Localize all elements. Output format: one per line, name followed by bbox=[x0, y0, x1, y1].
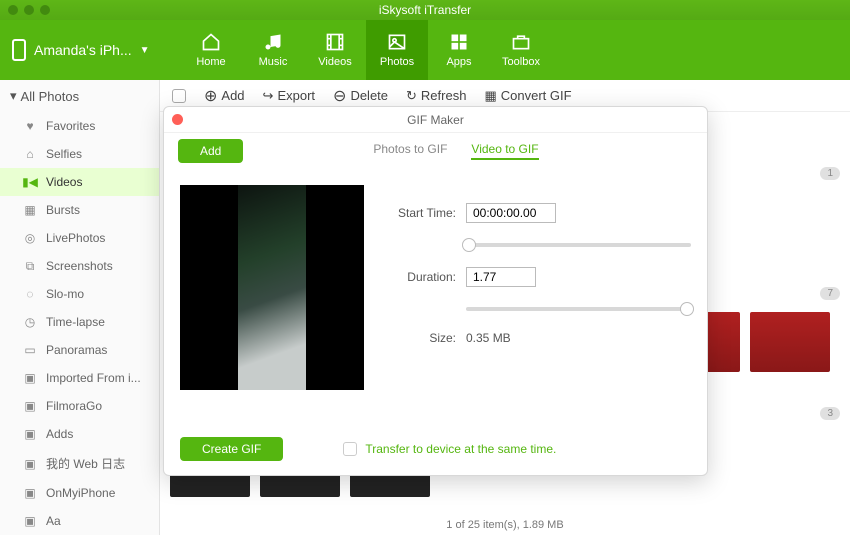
mode-tabs: Photos to GIF Video to GIF bbox=[373, 142, 538, 160]
film-icon bbox=[323, 32, 347, 52]
device-name: Amanda's iPh... bbox=[34, 42, 132, 58]
sidebar-item-panoramas[interactable]: ▭Panoramas bbox=[0, 336, 159, 364]
refresh-button[interactable]: ↻Refresh bbox=[406, 88, 466, 104]
minus-icon: ⊖ bbox=[333, 86, 346, 106]
screenshot-icon: ⧉ bbox=[22, 259, 38, 273]
maximize-icon[interactable] bbox=[40, 5, 50, 15]
gif-icon: ▦ bbox=[484, 88, 496, 104]
nav-photos[interactable]: Photos bbox=[366, 20, 428, 80]
status-bar: 1 of 25 item(s), 1.89 MB bbox=[446, 519, 563, 531]
count-badge: 1 bbox=[820, 167, 840, 180]
sidebar-item-videos[interactable]: ▮◀Videos bbox=[0, 168, 159, 196]
nav-apps[interactable]: Apps bbox=[428, 20, 490, 80]
tab-photos-to-gif[interactable]: Photos to GIF bbox=[373, 142, 447, 160]
camera-icon: ⌂ bbox=[22, 147, 38, 161]
start-time-slider[interactable] bbox=[466, 243, 691, 247]
chevron-down-icon: ▼ bbox=[140, 45, 150, 56]
live-icon: ◎ bbox=[22, 231, 38, 245]
create-gif-button[interactable]: Create GIF bbox=[180, 437, 283, 461]
home-icon bbox=[199, 32, 223, 52]
folder-icon: ▣ bbox=[22, 399, 38, 413]
phone-icon bbox=[12, 39, 26, 61]
sidebar: ▾All Photos ♥Favorites ⌂Selfies ▮◀Videos… bbox=[0, 80, 160, 535]
folder-icon: ▣ bbox=[22, 457, 38, 471]
device-selector[interactable]: Amanda's iPh... ▼ bbox=[0, 20, 160, 80]
dialog-title: GIF Maker bbox=[407, 113, 464, 127]
plus-icon: ⊕ bbox=[204, 86, 217, 106]
app-title: iSkysoft iTransfer bbox=[379, 3, 471, 17]
video-icon: ▮◀ bbox=[22, 175, 38, 189]
sidebar-item-imported[interactable]: ▣Imported From i... bbox=[0, 364, 159, 392]
duration-label: Duration: bbox=[386, 270, 456, 284]
duration-input[interactable] bbox=[466, 267, 536, 287]
convert-gif-button[interactable]: ▦Convert GIF bbox=[484, 88, 571, 104]
sidebar-item-aa[interactable]: ▣Aa bbox=[0, 507, 159, 535]
nav-videos[interactable]: Videos bbox=[304, 20, 366, 80]
sidebar-item-favorites[interactable]: ♥Favorites bbox=[0, 112, 159, 140]
size-label: Size: bbox=[386, 331, 456, 345]
panorama-icon: ▭ bbox=[22, 343, 38, 357]
transfer-label: Transfer to device at the same time. bbox=[365, 442, 556, 456]
gif-maker-dialog: GIF Maker Add Photos to GIF Video to GIF… bbox=[163, 106, 708, 476]
delete-button[interactable]: ⊖Delete bbox=[333, 86, 388, 106]
sidebar-item-timelapse[interactable]: ◷Time-lapse bbox=[0, 308, 159, 336]
tab-video-to-gif[interactable]: Video to GIF bbox=[471, 142, 538, 160]
minimize-icon[interactable] bbox=[24, 5, 34, 15]
music-icon bbox=[261, 32, 285, 52]
export-icon: ↪ bbox=[263, 88, 274, 104]
start-time-input[interactable] bbox=[466, 203, 556, 223]
sidebar-header[interactable]: ▾All Photos bbox=[0, 80, 159, 112]
select-all-checkbox[interactable] bbox=[172, 89, 186, 103]
sidebar-item-weblog[interactable]: ▣我的 Web 日志 bbox=[0, 448, 159, 479]
import-icon: ▣ bbox=[22, 371, 38, 385]
image-icon bbox=[385, 32, 409, 52]
thumbnail[interactable] bbox=[750, 312, 830, 372]
start-time-label: Start Time: bbox=[386, 206, 456, 220]
nav-music[interactable]: Music bbox=[242, 20, 304, 80]
folder-icon: ▣ bbox=[22, 427, 38, 441]
sidebar-item-onmyiphone[interactable]: ▣OnMyiPhone bbox=[0, 479, 159, 507]
nav-home[interactable]: Home bbox=[180, 20, 242, 80]
add-button[interactable]: Add bbox=[178, 139, 243, 163]
sidebar-item-filmorago[interactable]: ▣FilmoraGo bbox=[0, 392, 159, 420]
export-button[interactable]: ↪Export bbox=[263, 88, 315, 104]
sidebar-item-selfies[interactable]: ⌂Selfies bbox=[0, 140, 159, 168]
sidebar-item-screenshots[interactable]: ⧉Screenshots bbox=[0, 252, 159, 280]
dialog-header: GIF Maker bbox=[164, 107, 707, 133]
folder-icon: ▣ bbox=[22, 486, 38, 500]
count-badge: 7 bbox=[820, 287, 840, 300]
transfer-option[interactable]: Transfer to device at the same time. bbox=[343, 442, 556, 456]
refresh-icon: ↻ bbox=[406, 88, 417, 104]
apps-icon bbox=[447, 32, 471, 52]
chevron-down-icon: ▾ bbox=[10, 88, 17, 104]
sidebar-item-adds[interactable]: ▣Adds bbox=[0, 420, 159, 448]
duration-slider[interactable] bbox=[466, 307, 691, 311]
slomo-icon: ◌ bbox=[22, 287, 38, 301]
toolbox-icon bbox=[509, 32, 533, 52]
sidebar-item-slomo[interactable]: ◌Slo-mo bbox=[0, 280, 159, 308]
title-bar: iSkysoft iTransfer bbox=[0, 0, 850, 20]
close-icon[interactable] bbox=[8, 5, 18, 15]
nav-toolbox[interactable]: Toolbox bbox=[490, 20, 552, 80]
toolbar: Amanda's iPh... ▼ Home Music Videos Phot… bbox=[0, 20, 850, 80]
add-button[interactable]: ⊕Add bbox=[204, 86, 245, 106]
burst-icon: ▦ bbox=[22, 203, 38, 217]
sidebar-item-livephotos[interactable]: ◎LivePhotos bbox=[0, 224, 159, 252]
nav-tabs: Home Music Videos Photos Apps Toolbox bbox=[180, 20, 552, 80]
size-value: 0.35 MB bbox=[466, 331, 511, 345]
heart-icon: ♥ bbox=[22, 119, 38, 133]
folder-icon: ▣ bbox=[22, 514, 38, 528]
window-controls bbox=[8, 5, 50, 15]
count-badge: 3 bbox=[820, 407, 840, 420]
sidebar-item-bursts[interactable]: ▦Bursts bbox=[0, 196, 159, 224]
video-preview bbox=[180, 185, 364, 390]
transfer-checkbox[interactable] bbox=[343, 442, 357, 456]
close-icon[interactable] bbox=[172, 114, 183, 125]
clock-icon: ◷ bbox=[22, 315, 38, 329]
